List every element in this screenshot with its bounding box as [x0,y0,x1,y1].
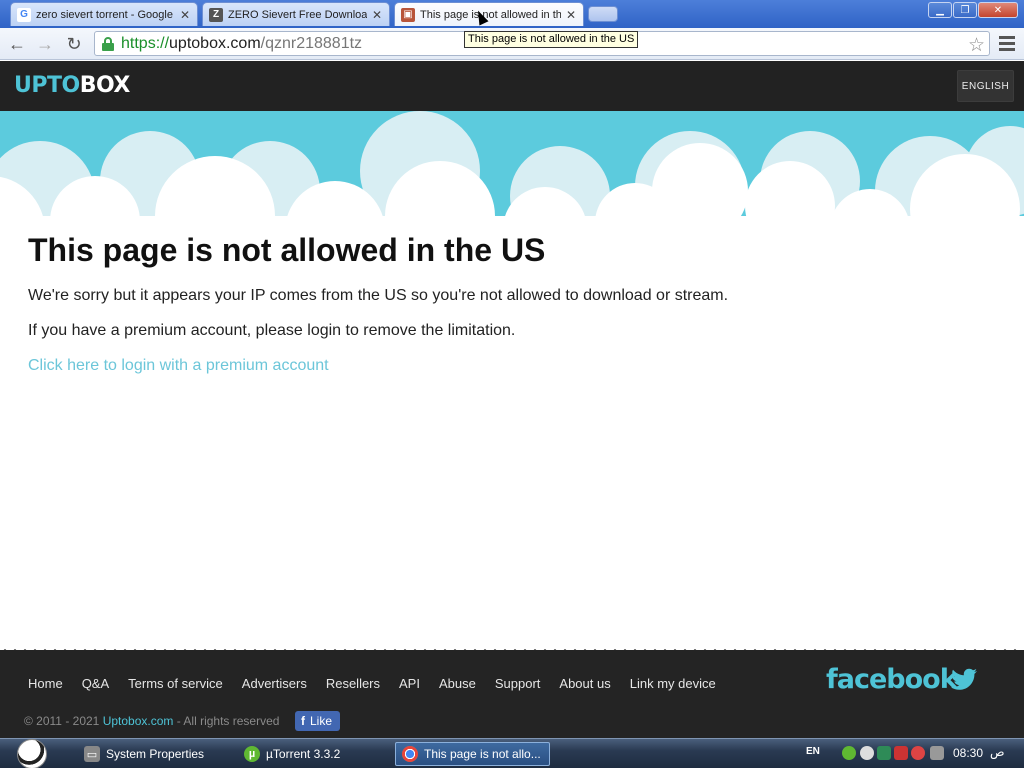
uptobox-icon: ▣ [401,7,415,22]
url-host: uptobox.com [169,34,261,52]
browser-titlebar: G zero sievert torrent - Google ✕ Z ZERO… [0,0,1024,28]
premium-login-link[interactable]: Click here to login with a premium accou… [28,355,329,377]
system-tray: EN 08:30 ص [800,739,1024,768]
tab-title: ZERO Sievert Free Download [228,8,367,21]
back-icon[interactable]: ← [5,32,29,56]
task-label: System Properties [106,747,205,761]
bookmark-star-icon[interactable]: ☆ [968,34,985,57]
lock-icon [99,35,117,53]
copyright-years: © 2011 - 2021 [24,714,100,728]
tab-title: zero sievert torrent - Google [36,8,173,21]
footer-link-home[interactable]: Home [28,676,63,691]
network-icon[interactable] [877,746,891,760]
footer-link-abuse[interactable]: Abuse [439,676,476,691]
language-button[interactable]: ENGLISH [957,70,1014,102]
start-button[interactable] [17,739,47,768]
url-path: /qznr218881tz [260,34,363,52]
system-properties-icon: ▭ [84,746,100,762]
cloud-banner [0,111,1024,241]
site-footer: Home Q&A Terms of service Advertisers Re… [0,649,1024,738]
footer-link-resellers[interactable]: Resellers [326,676,380,691]
twitter-icon[interactable] [950,668,978,692]
page-title: This page is not allowed in the US [28,232,546,268]
footer-link-terms[interactable]: Terms of service [128,676,223,691]
facebook-link[interactable]: facebook [826,664,958,695]
utorrent-tray-icon[interactable] [842,746,856,760]
main-content: This page is not allowed in the US We're… [28,228,988,377]
minimize-icon[interactable]: ▁ [928,2,952,18]
security-icon[interactable] [894,746,908,760]
like-label: Like [310,714,333,728]
facebook-like-button[interactable]: f Like [295,711,341,731]
menu-icon[interactable] [996,34,1018,54]
clock[interactable]: 08:30 [953,746,983,760]
google-icon: G [17,7,31,22]
task-label: µTorrent 3.3.2 [266,747,341,761]
close-icon[interactable]: ✕ [371,8,383,22]
uptobox-logo[interactable]: UPTOBOX [14,73,130,98]
tab-uptobox[interactable]: ▣ This page is not allowed in th ✕ [394,2,584,26]
clock-period: ص [990,745,1005,759]
copyright-suffix: - All rights reserved [176,714,280,728]
tab-tooltip: This page is not allowed in the US [464,31,639,48]
facebook-f-icon: f [301,714,305,728]
site-header: UPTOBOX ENGLISH [0,61,1024,111]
tab-zero-sievert-download[interactable]: Z ZERO Sievert Free Download ✕ [202,2,390,26]
logo-upto: UPTO [14,73,80,98]
premium-message: If you have a premium account, please lo… [28,322,516,339]
url-scheme: https:// [121,34,170,52]
footer-link-device[interactable]: Link my device [630,676,716,691]
task-system-properties[interactable]: ▭ System Properties [78,742,228,766]
task-chrome[interactable]: This page is not allo... [395,742,550,766]
footer-link-api[interactable]: API [399,676,420,691]
footer-link-advertisers[interactable]: Advertisers [242,676,307,691]
clouds-illustration [0,111,1024,241]
footer-link-support[interactable]: Support [495,676,541,691]
close-window-icon[interactable]: ✕ [978,2,1018,18]
chrome-icon [402,746,418,762]
tray-app-icon[interactable] [860,746,874,760]
tab-google-search[interactable]: G zero sievert torrent - Google ✕ [10,2,198,26]
footer-link-about[interactable]: About us [559,676,610,691]
update-icon[interactable] [911,746,925,760]
footer-link-qa[interactable]: Q&A [82,676,109,691]
footer-zigzag-edge [0,649,1024,659]
footer-nav: Home Q&A Terms of service Advertisers Re… [28,676,735,691]
task-utorrent[interactable]: µ µTorrent 3.3.2 [238,742,388,766]
url-text: https://uptobox.com/qznr218881tz [121,35,362,53]
utorrent-icon: µ [244,746,260,762]
site-icon: Z [209,7,223,22]
logo-box: BOX [79,73,131,98]
taskbar: ▭ System Properties µ µTorrent 3.3.2 Thi… [0,738,1024,768]
forward-icon[interactable]: → [33,32,57,56]
ip-restriction-message: We're sorry but it appears your IP comes… [28,287,729,304]
language-indicator[interactable]: EN [806,746,820,757]
copyright-brand-link[interactable]: Uptobox.com [103,714,174,728]
volume-icon[interactable] [930,746,944,760]
close-icon[interactable]: ✕ [565,8,577,22]
new-tab-button[interactable] [588,6,618,22]
reload-icon[interactable]: ↻ [62,32,86,56]
maximize-icon[interactable]: ❐ [953,2,977,18]
task-label: This page is not allo... [424,747,541,761]
copyright-text: © 2011 - 2021 Uptobox.com - All rights r… [24,714,279,728]
tab-title: This page is not allowed in th [420,8,561,21]
close-icon[interactable]: ✕ [179,8,191,22]
